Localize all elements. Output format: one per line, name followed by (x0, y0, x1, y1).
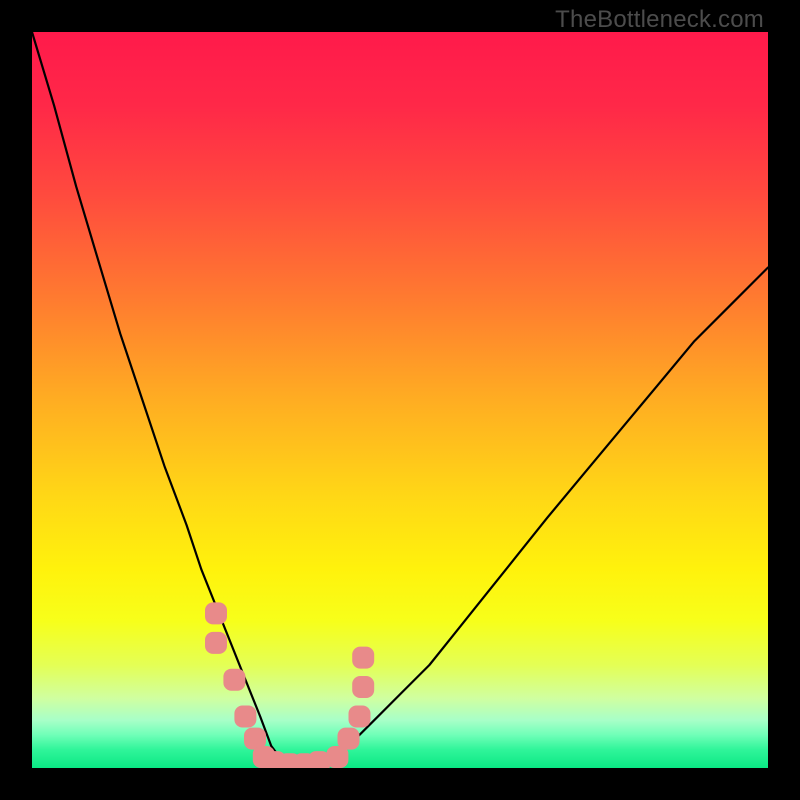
watermark-text: TheBottleneck.com (555, 6, 764, 34)
marker-point (352, 676, 374, 698)
bottleneck-curve (32, 32, 768, 768)
plot-area (32, 32, 768, 768)
marker-point (349, 706, 371, 728)
marker-point (352, 647, 374, 669)
marker-point (223, 669, 245, 691)
chart-frame: TheBottleneck.com (0, 0, 800, 800)
marker-point (234, 706, 256, 728)
marker-point (338, 728, 360, 750)
marker-point (205, 632, 227, 654)
marker-point (205, 602, 227, 624)
